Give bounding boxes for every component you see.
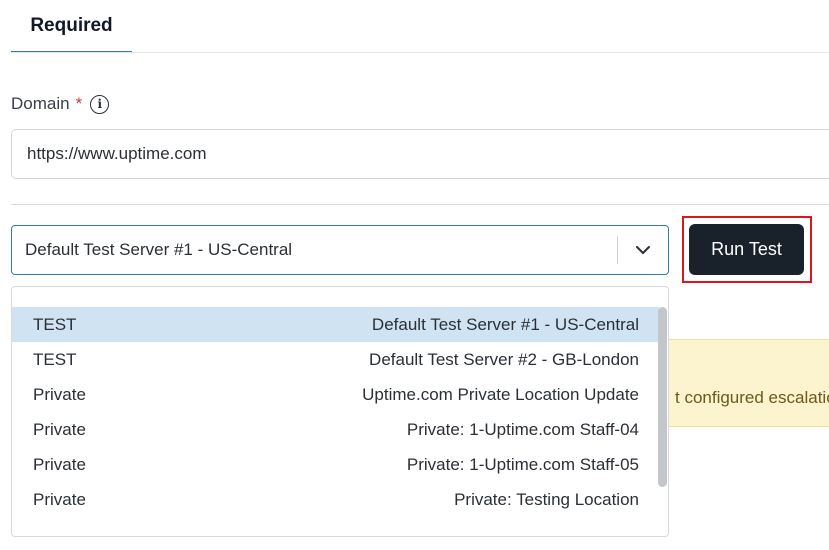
tab-label: Required <box>30 14 113 36</box>
option-type: Private <box>33 489 86 509</box>
option-name: Uptime.com Private Location Update <box>362 384 639 404</box>
domain-label: Domain * i <box>11 92 110 116</box>
run-test-button[interactable]: Run Test <box>689 224 804 275</box>
info-icon[interactable]: i <box>90 94 110 114</box>
dropdown-option[interactable]: TEST Default Test Server #2 - GB-London <box>12 342 659 377</box>
tab-required[interactable]: Required <box>11 0 132 53</box>
dropdown-option[interactable]: TEST Default Test Server #1 - US-Central <box>12 307 659 342</box>
page: Required Domain * i https://www.uptime.c… <box>0 0 829 550</box>
option-type: TEST <box>33 314 77 334</box>
option-type: TEST <box>33 349 77 369</box>
option-type: Private <box>33 384 86 404</box>
dropdown-option[interactable]: Private Private: Testing Location <box>12 482 659 517</box>
domain-label-text: Domain <box>11 94 70 113</box>
domain-input-value: https://www.uptime.com <box>27 144 207 163</box>
dropdown-option[interactable]: Private Private: 1-Uptime.com Staff-04 <box>12 412 659 447</box>
domain-input[interactable]: https://www.uptime.com <box>11 129 829 179</box>
chevron-down-icon[interactable] <box>618 226 668 274</box>
required-asterisk: * <box>75 94 83 113</box>
option-type: Private <box>33 419 86 439</box>
option-name: Private: 1-Uptime.com Staff-04 <box>406 419 639 439</box>
option-name: Private: Testing Location <box>454 489 639 509</box>
dropdown-option[interactable]: Private Private: 1-Uptime.com Staff-05 <box>12 447 659 482</box>
option-name: Default Test Server #2 - GB-London <box>369 349 639 369</box>
dropdown-scrollbar[interactable] <box>658 307 667 487</box>
location-select-value: Default Test Server #1 - US-Central <box>25 240 293 259</box>
option-name: Private: 1-Uptime.com Staff-05 <box>406 454 639 474</box>
tab-divider <box>11 52 829 53</box>
option-name: Default Test Server #1 - US-Central <box>371 314 639 334</box>
location-dropdown-menu: TEST Default Test Server #1 - US-Central… <box>11 286 669 537</box>
location-select[interactable]: Default Test Server #1 - US-Central <box>11 225 669 275</box>
warning-text: t configured escalatio <box>675 388 829 407</box>
dropdown-option[interactable]: Private Uptime.com Private Location Upda… <box>12 377 659 412</box>
section-divider <box>11 204 829 205</box>
option-type: Private <box>33 454 86 474</box>
